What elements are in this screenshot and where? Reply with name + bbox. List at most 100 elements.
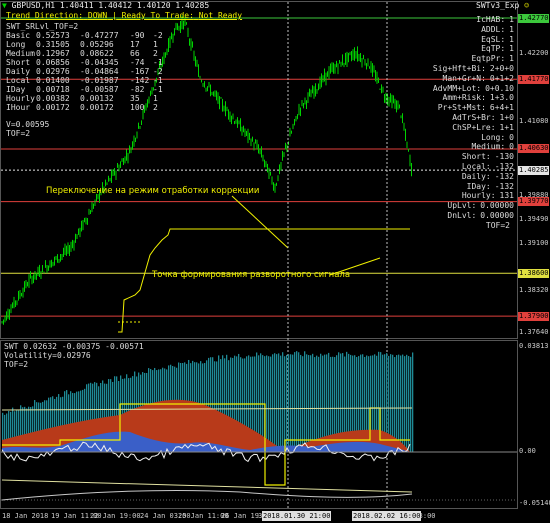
volatility-bar <box>300 354 302 452</box>
right-panel-value: 0.00000 <box>480 201 514 211</box>
right-panel-label: EqTP: <box>481 44 506 54</box>
lower-envelope-line <box>1 489 413 501</box>
sub-axis-top: 0.03813 <box>519 342 549 350</box>
info-cell-v4: 2 <box>153 103 158 112</box>
right-panel-label: EqtpPr: <box>471 54 506 64</box>
info-cell-v3: 35 <box>130 94 140 103</box>
volatility-bar <box>290 354 292 452</box>
info-cell-v4: 1 <box>153 40 158 49</box>
right-panel-row: Amm+Risk: 1+3.0 <box>428 93 514 102</box>
info-cell-v2: -0.04864 <box>80 67 119 76</box>
info-cell-name: Local <box>6 76 31 85</box>
right-panel-row: EqtpPr: 1 <box>428 54 514 63</box>
right-panel-row: Pr+St+Mst: 6+4+1 <box>428 103 514 112</box>
right-panel-label: DnLvl: <box>447 211 477 220</box>
chart-icon: ▼ <box>2 1 7 10</box>
price-level-tag: 1.38600 <box>518 268 549 278</box>
price-axis-label: 1.39490 <box>519 214 549 223</box>
info-cell-name: Daily <box>6 67 31 76</box>
price-axis-label: 1.38320 <box>519 286 549 295</box>
volatility-bar <box>400 355 402 452</box>
volatility-bar <box>266 355 268 452</box>
volatility-bar <box>404 356 406 452</box>
right-panel-label: EqSL: <box>481 34 506 44</box>
right-panel-value: 0 <box>509 142 514 152</box>
volatility-bar <box>406 354 408 452</box>
volatility-bar <box>320 353 322 452</box>
time-axis-label: 22 Jan 19:00 <box>90 512 141 520</box>
info-cell-v1: 0.52573 <box>36 31 70 40</box>
smiley-icon: ☺ <box>524 1 530 10</box>
right-panel-label: AdTrS+Br: <box>452 113 496 122</box>
sub-tof-label: TOF=2 <box>4 360 29 369</box>
sub-axis-mid: 0.00 <box>519 447 536 455</box>
info-cell-v1: 0.31505 <box>36 40 70 49</box>
reversal-annotation: Точка формирования разворотного сигнала <box>152 270 351 280</box>
price-axis-label: 1.41080 <box>519 117 549 126</box>
ea-label[interactable]: SWTv3_Exp ☺ <box>476 1 529 10</box>
right-panel-value: 1 <box>509 34 514 44</box>
price-level-tag: 1.39770 <box>518 197 549 207</box>
info-cell-name: Short <box>6 58 31 67</box>
right-panel-label: TOF=2 <box>485 220 510 230</box>
volatility-label: Volatility=0.02976 <box>4 351 91 360</box>
right-panel-value: 1+1 <box>499 122 514 132</box>
sub-window-title: SWT 0.02632 -0.00375 -0.00571 <box>4 342 144 351</box>
right-panel-label: Short: <box>461 152 491 162</box>
price-level-tag: 1.37900 <box>518 311 549 321</box>
correction-annotation: Переключение на режим отработки коррекци… <box>46 186 260 196</box>
right-panel-value: 1+0 <box>499 113 514 122</box>
info-cell-v3: -82 <box>130 85 145 94</box>
price-axis-label: 1.39100 <box>519 238 549 247</box>
price-level-tag: 1.40285 <box>518 165 549 175</box>
volatility-bar <box>294 352 296 452</box>
info-cell-v3: -74 <box>130 58 145 67</box>
right-panel-value: 1 <box>509 15 514 24</box>
info-cell-v3: -167 <box>130 67 150 76</box>
tof-label: TOF=2 <box>6 129 31 138</box>
sub-axis-bottom: -0.05140 <box>519 499 550 507</box>
right-panel-value: -132 <box>494 162 514 171</box>
info-cell-v1: 0.00382 <box>36 94 70 103</box>
info-cell-name: IDay <box>6 85 26 94</box>
volatility-bar <box>298 352 300 452</box>
volatility-bar <box>272 354 274 452</box>
right-panel-label: Hourly: <box>461 191 496 201</box>
right-panel-value: -132 <box>494 181 514 191</box>
time-axis-highlight: 2018.01.30 21:00 <box>262 511 332 521</box>
right-panel-label: IcHAB: <box>476 15 506 24</box>
info-cell-v1: 0.06856 <box>36 58 70 67</box>
right-panel-value: 0+0.10 <box>485 83 514 93</box>
info-cell-v1: 0.01400 <box>36 76 70 85</box>
v-value: V=0.00595 <box>6 120 50 129</box>
right-panel-value: 131 <box>499 191 514 201</box>
right-panel-label: Man+Gr+N: <box>442 73 486 83</box>
right-panel-row: EqTP: 1 <box>428 44 514 53</box>
info-cell-v2: 0.00132 <box>80 94 114 103</box>
info-cell-v3: -90 <box>130 31 145 40</box>
right-panel-value: -130 <box>494 152 514 162</box>
info-cell-v4: 2 <box>153 49 158 58</box>
volatility-bar <box>274 353 276 452</box>
price-level-tag: 1.40630 <box>518 144 549 154</box>
right-panel-row: Sig+Hft+Bi: 2+0+0 <box>428 64 514 73</box>
info-cell-name: IHour <box>6 103 31 112</box>
right-panel-label: Medium: <box>471 142 506 152</box>
right-panel-value: 2+0+0 <box>489 64 514 73</box>
right-panel-value: -132 <box>494 171 514 181</box>
window-title: ▼ GBPUSD,H1 1.40411 1.40412 1.40120 1.40… <box>2 1 210 10</box>
right-panel-row: EqSL: 1 <box>428 35 514 44</box>
info-cell-v3: -142 <box>130 76 150 85</box>
right-panel-label: Long: <box>481 132 506 142</box>
info-cell-name: Medium <box>6 49 35 58</box>
volatility-bar <box>268 356 270 452</box>
time-axis-highlight: 2018.02.02 16:00 <box>352 511 422 521</box>
indicator-name: SWT_SRLvl_TOF=2 <box>6 22 79 31</box>
info-cell-v1: 0.02976 <box>36 67 70 76</box>
volatility-bar <box>316 355 318 452</box>
right-panel-label: Sig+Hft+Bi: <box>432 64 486 73</box>
info-cell-v2: -0.00587 <box>80 85 119 94</box>
volatility-bar <box>314 357 316 452</box>
volatility-bar <box>402 354 404 452</box>
volatility-bar <box>278 353 280 452</box>
